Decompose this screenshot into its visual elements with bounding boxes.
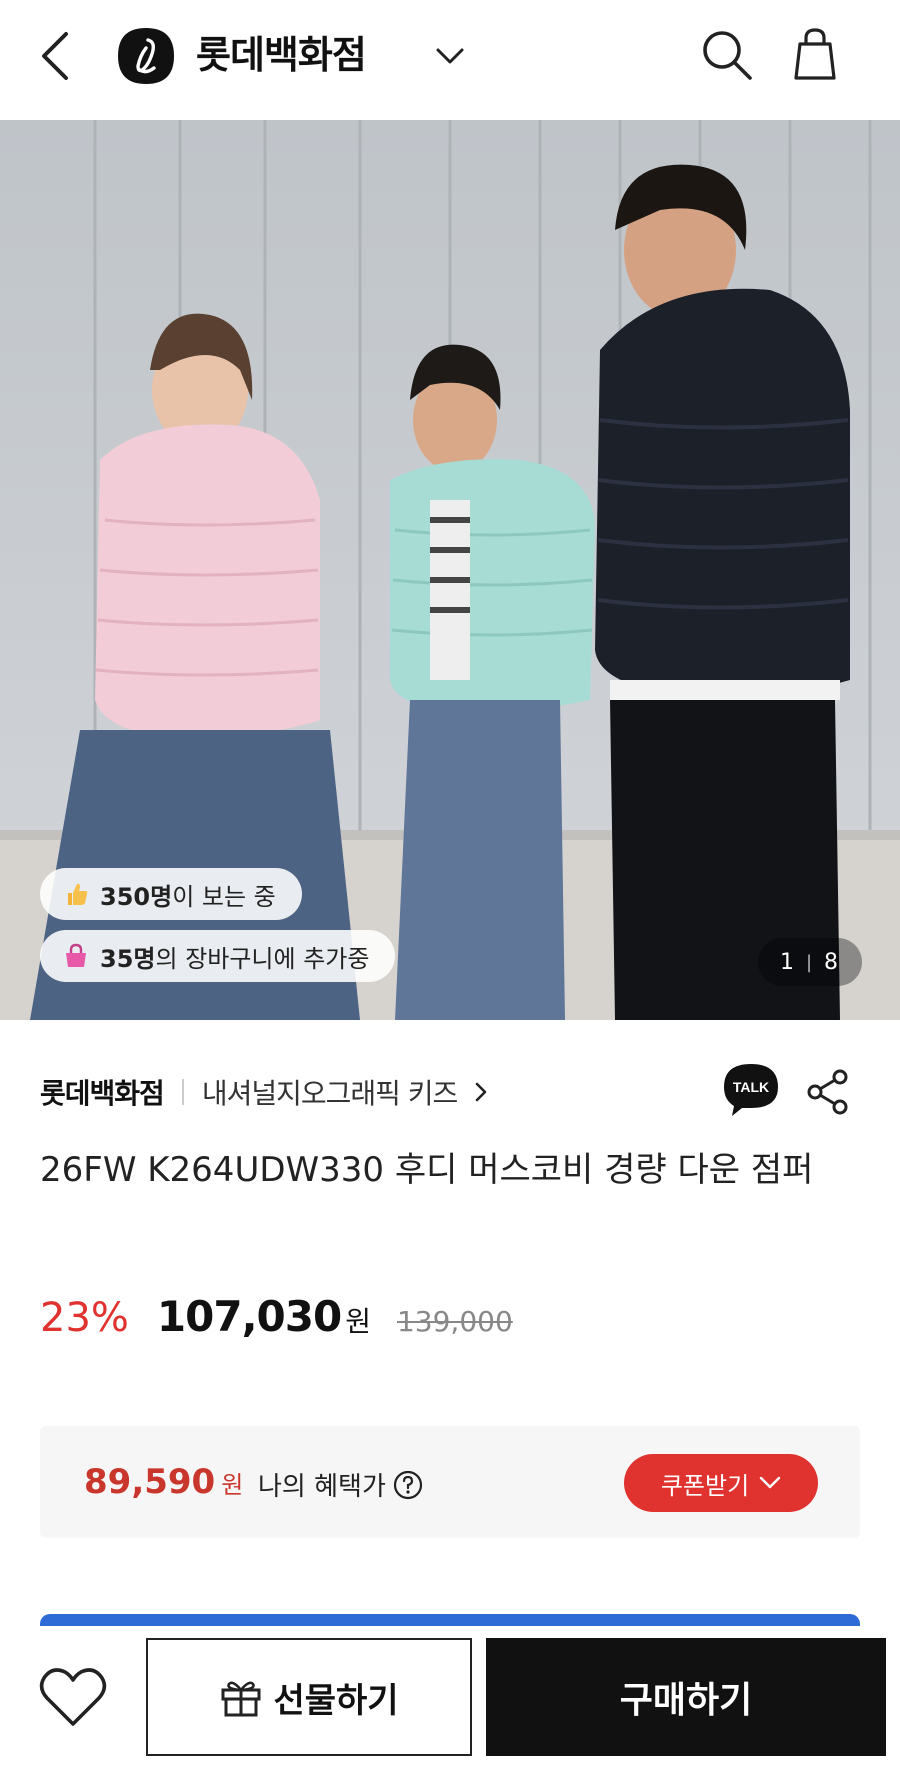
thumbs-up-icon — [68, 883, 88, 905]
brand-link[interactable]: 내셔널지오그래픽 키즈 — [202, 1072, 459, 1112]
divider — [181, 1079, 184, 1105]
benefit-label: 나의 혜택가 — [258, 1472, 386, 1502]
sale-price: 107,030 — [156, 1292, 342, 1341]
search-icon — [703, 31, 752, 80]
benefit-price-box: 89,590 원 나의 혜택가 쿠폰받기 — [40, 1426, 860, 1538]
page-total: 8 — [824, 949, 841, 975]
gift-icon — [221, 1681, 261, 1717]
back-button[interactable] — [36, 28, 76, 84]
back-icon — [42, 32, 68, 80]
gift-button[interactable]: 선물하기 — [146, 1638, 472, 1756]
cart-suffix: 의 장바구니에 추가중 — [155, 944, 370, 973]
shopping-bag-icon — [66, 943, 86, 967]
help-question-icon[interactable] — [392, 1469, 424, 1501]
coupon-label: 쿠폰받기 — [660, 1471, 750, 1500]
chevron-down-icon — [759, 1476, 781, 1489]
talk-label: TALK — [733, 1079, 769, 1095]
viewers-suffix: 이 보는 중 — [172, 882, 276, 911]
original-price: 139,000 — [396, 1305, 513, 1338]
cart-added-badge: 35명 의 장바구니에 추가중 — [40, 930, 396, 982]
page-separator: | — [805, 951, 815, 973]
benefit-label-group: 나의 혜택가 — [258, 1466, 424, 1503]
talk-button[interactable]: TALK — [722, 1062, 780, 1118]
share-button[interactable] — [806, 1068, 850, 1116]
chat-talk-icon: TALK — [724, 1064, 778, 1116]
promo-banner-edge — [40, 1614, 860, 1626]
shopping-bag-icon — [794, 28, 836, 80]
product-image-carousel[interactable]: 350명 이 보는 중 35명 의 장바구니에 추가중 1 | 8 — [0, 120, 900, 1020]
heart-icon — [39, 1668, 107, 1726]
search-button[interactable] — [700, 28, 756, 84]
store-name[interactable]: 롯데백화점 — [40, 1072, 165, 1112]
benefit-price: 89,590 원 — [84, 1462, 243, 1502]
page-title[interactable]: 롯데백화점 — [196, 30, 367, 80]
discount-rate: 23% — [40, 1295, 129, 1341]
share-icon — [807, 1069, 848, 1115]
coupon-download-button[interactable]: 쿠폰받기 — [624, 1454, 818, 1512]
price-row: 23% 107,030 원 139,000 — [40, 1292, 513, 1352]
viewers-count: 350명 — [100, 882, 173, 911]
lotte-logo-icon[interactable] — [116, 26, 176, 86]
benefit-unit: 원 — [221, 1471, 244, 1499]
chevron-down-icon[interactable] — [432, 40, 468, 70]
product-name: 26FW K264UDW330 후디 머스코비 경량 다운 점퍼 — [40, 1150, 814, 1190]
gift-label: 선물하기 — [273, 1680, 399, 1721]
page-current: 1 — [779, 949, 796, 975]
cart-count: 35명 — [100, 944, 156, 973]
brand-breadcrumb: 롯데백화점 내셔널지오그래픽 키즈 — [40, 1068, 489, 1116]
price-unit: 원 — [345, 1305, 371, 1338]
bottom-action-bar: 선물하기 구매하기 — [0, 1626, 900, 1765]
image-page-counter: 1 | 8 — [758, 938, 862, 986]
shopping-bag-button[interactable] — [792, 26, 838, 84]
viewers-badge: 350명 이 보는 중 — [40, 868, 302, 920]
buy-button[interactable]: 구매하기 — [486, 1638, 886, 1756]
wishlist-button[interactable] — [38, 1666, 108, 1730]
top-header: 롯데백화점 — [0, 0, 900, 120]
chevron-right-icon[interactable] — [473, 1080, 489, 1104]
benefit-amount: 89,590 — [84, 1462, 216, 1502]
